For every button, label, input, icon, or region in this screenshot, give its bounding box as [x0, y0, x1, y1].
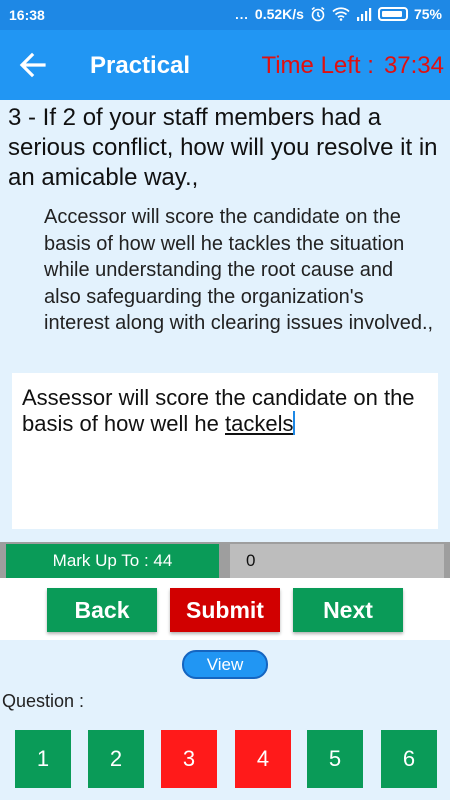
network-speed: 0.52K/s: [254, 6, 304, 22]
question-button-3[interactable]: 3: [161, 730, 217, 788]
wifi-icon: [332, 7, 350, 21]
mark-input[interactable]: 0: [230, 544, 444, 578]
time-left-label: Time Left :: [261, 52, 374, 79]
question-button-2[interactable]: 2: [88, 730, 144, 788]
battery-icon: [377, 7, 408, 21]
mark-up-to-label: Mark Up To : 44: [6, 544, 219, 578]
time-left-value: 37:34: [383, 52, 444, 79]
app-bar: Practical Time Left : 37:34: [0, 30, 450, 100]
question-navigator-label: Question :: [2, 691, 85, 711]
back-arrow-icon[interactable]: [18, 52, 48, 78]
question-navigator: 1 2 3 4 5 6: [15, 730, 439, 788]
status-indicators: ... 0.52K/s 75%: [235, 6, 442, 22]
question-text: 3 - If 2 of your staff members had a ser…: [8, 104, 438, 191]
status-bar: 16:38 ... 0.52K/s 75%: [0, 0, 450, 30]
status-dots: ...: [235, 6, 249, 22]
signal-icon: [356, 7, 372, 21]
mark-row: Mark Up To : 44 0: [0, 542, 450, 578]
answer-input[interactable]: Assessor will score the candidate on the…: [12, 373, 438, 529]
question-button-1[interactable]: 1: [15, 730, 71, 788]
misspelled-word: tackels: [225, 411, 294, 436]
question-button-4[interactable]: 4: [235, 730, 291, 788]
view-button[interactable]: View: [182, 650, 268, 679]
question-button-5[interactable]: 5: [307, 730, 363, 788]
model-answer-text: Accessor will score the candidate on the…: [44, 206, 434, 335]
battery-level: 75%: [413, 6, 442, 22]
page-title: Practical: [90, 52, 191, 79]
back-button[interactable]: Back: [47, 588, 157, 632]
status-time: 16:38: [9, 7, 45, 23]
alarm-icon: [310, 6, 326, 22]
text-cursor: [293, 411, 296, 435]
question-button-6[interactable]: 6: [381, 730, 437, 788]
answer-text-main: Assessor will score the candidate on the…: [22, 385, 415, 436]
next-button[interactable]: Next: [293, 588, 403, 632]
time-left: Time Left : 37:34: [261, 52, 444, 80]
submit-button[interactable]: Submit: [170, 588, 280, 632]
answer-text: Assessor will score the candidate on the…: [22, 385, 415, 436]
